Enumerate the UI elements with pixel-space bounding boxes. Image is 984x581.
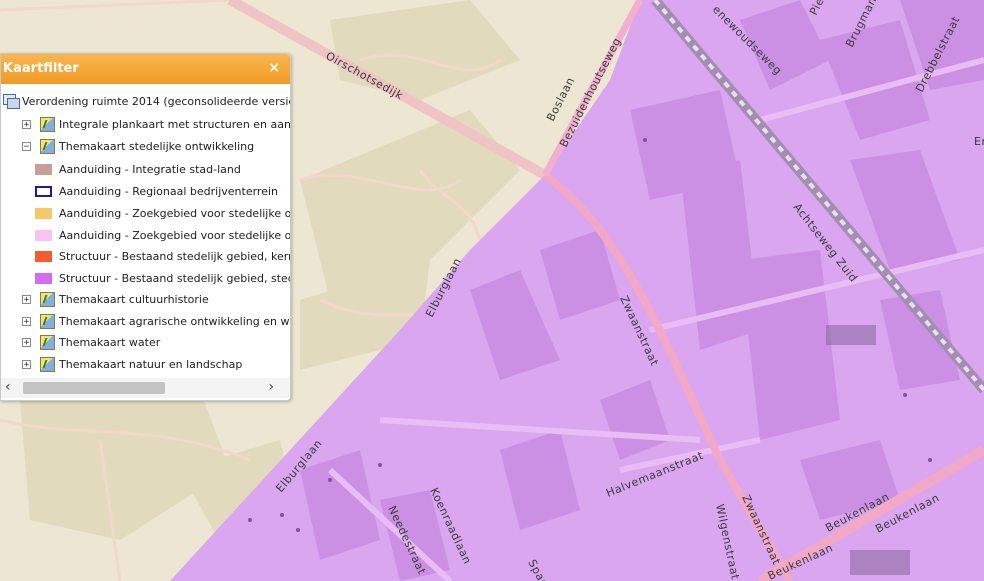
tree-item-agrarische-ontwikkeling[interactable]: + Themakaart agrarische ontwikkeling en … [22,311,290,331]
expand-toggle[interactable]: + [22,294,31,304]
scroll-thumb[interactable] [23,382,165,394]
tree-root[interactable]: Verordening ruimte 2014 (geconsolideerde… [3,91,290,111]
layer-icon [40,291,55,307]
expand-toggle[interactable]: + [22,337,31,347]
legend-label: Structuur - Bestaand stedelijk gebied, s… [59,271,290,285]
tree-item-natuur-en-landschap[interactable]: + Themakaart natuur en landschap [22,354,242,374]
legend-label: Aanduiding - Zoekgebied voor stedelijke … [59,228,290,242]
legend-label: Aanduiding - Zoekgebied voor stedelijke … [59,206,290,220]
scroll-left-icon[interactable]: ‹ [5,379,11,395]
expand-toggle[interactable]: + [22,316,31,326]
tree-item-label: Themakaart agrarische ontwikkeling en wi… [59,314,290,328]
legend-swatch [35,229,52,241]
legend-item: Structuur - Bestaand stedelijk gebied, s… [35,268,290,288]
tree-item-label: Themakaart water [59,335,161,349]
legend-item: Aanduiding - Regionaal bedrijventerrein [35,181,278,201]
legend-item: Aanduiding - Integratie stad-land [35,159,241,179]
layer-icon [40,356,55,372]
tree-item-water[interactable]: + Themakaart water [22,332,160,352]
layers-icon [3,94,20,109]
layer-icon [40,334,55,350]
legend-item: Aanduiding - Zoekgebied voor stedelijke … [35,203,290,223]
kaartfilter-panel: Kaartfilter × Verordening ruimte 2014 (g… [0,53,291,401]
scroll-right-icon[interactable]: › [268,379,274,395]
expand-toggle[interactable]: + [22,359,31,369]
layer-icon [40,138,55,154]
tree-item-stedelijke-ontwikkeling[interactable]: − Themakaart stedelijke ontwikkeling [22,136,254,156]
street-label-er: Er [974,135,984,148]
panel-title: Kaartfilter [3,61,79,76]
tree-item-label: Integrale plankaart met structuren en aa… [59,117,290,131]
tree-item-label: Themakaart stedelijke ontwikkeling [59,139,255,153]
tree-item-label: Themakaart cultuurhistorie [59,292,209,306]
expand-toggle[interactable]: + [22,119,31,129]
tree-item-label: Themakaart natuur en landschap [59,357,243,371]
legend-swatch [35,163,52,175]
legend-swatch [35,185,52,197]
close-icon[interactable]: × [268,60,280,76]
legend-swatch [35,250,52,262]
legend-item: Aanduiding - Zoekgebied voor stedelijke … [35,225,290,245]
legend-swatch [35,272,52,284]
layer-icon [40,313,55,329]
tree-item-integrale-plankaart[interactable]: + Integrale plankaart met structuren en … [22,114,290,134]
tree-root-label: Verordening ruimte 2014 (geconsolideerde… [22,94,290,108]
legend-label: Aanduiding - Integratie stad-land [59,162,241,176]
legend-label: Aanduiding - Regionaal bedrijventerrein [59,184,278,198]
legend-item: Structuur - Bestaand stedelijk gebied, k… [35,246,290,266]
horizontal-scrollbar[interactable]: ‹ › [1,378,290,398]
collapse-toggle[interactable]: − [22,141,31,151]
panel-header: Kaartfilter × [1,54,290,84]
layer-tree: Verordening ruimte 2014 (geconsolideerde… [1,90,290,378]
legend-swatch [35,207,52,219]
legend-label: Structuur - Bestaand stedelijk gebied, k… [59,249,290,263]
layer-icon [40,116,55,132]
tree-item-cultuurhistorie[interactable]: + Themakaart cultuurhistorie [22,289,209,309]
